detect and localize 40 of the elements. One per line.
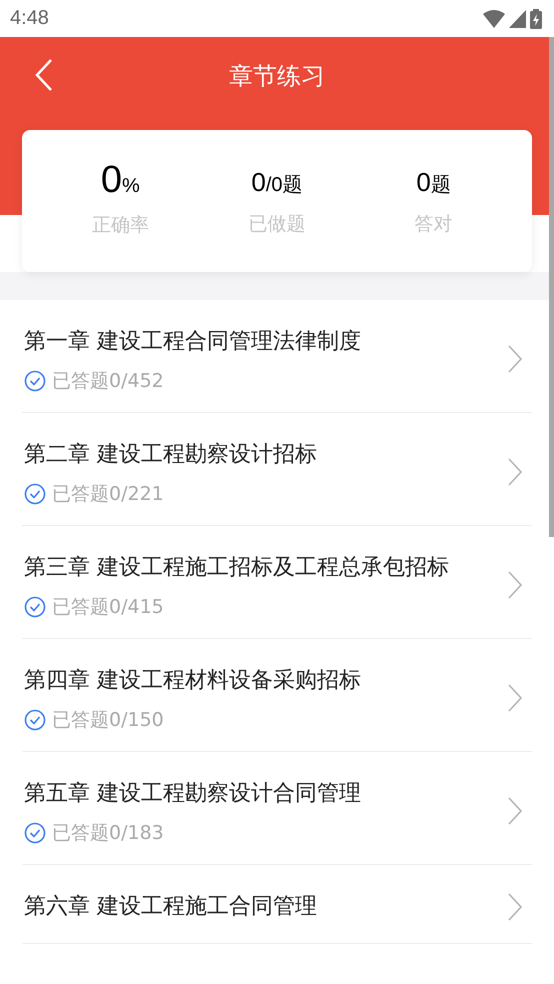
stat-label: 正确率 — [92, 213, 149, 238]
stat-value: 0/0题 — [251, 166, 303, 198]
chapter-title: 第一章 建设工程合同管理法律制度 — [24, 328, 361, 356]
chapter-title: 第三章 建设工程施工招标及工程总承包招标 — [24, 554, 449, 582]
wifi-icon — [483, 10, 505, 28]
chapter-item[interactable]: 第四章 建设工程材料设备采购招标 已答题0/150 — [22, 639, 532, 752]
chapter-title: 第六章 建设工程施工合同管理 — [24, 893, 317, 921]
check-circle-icon — [24, 596, 46, 618]
chapter-title: 第二章 建设工程勘察设计招标 — [24, 441, 317, 469]
stat-value: 0% — [100, 164, 140, 202]
chevron-right-icon — [508, 797, 522, 825]
chapter-title: 第四章 建设工程材料设备采购招标 — [24, 667, 361, 695]
signal-icon — [509, 10, 526, 28]
chapter-item[interactable]: 第二章 建设工程勘察设计招标 已答题0/221 — [22, 413, 532, 526]
chevron-right-icon — [508, 458, 522, 486]
chevron-right-icon — [508, 684, 522, 712]
check-circle-icon — [24, 709, 46, 731]
progress-count: 已答题0/415 — [52, 595, 164, 620]
battery-icon — [530, 8, 542, 28]
check-circle-icon — [24, 483, 46, 505]
page-title: 章节练习 — [229, 61, 325, 92]
stat-label: 答对 — [414, 212, 453, 236]
status-time: 4:48 — [10, 7, 49, 30]
stat-label: 已做题 — [248, 212, 306, 236]
progress-count: 已答题0/183 — [52, 821, 164, 846]
chevron-right-icon — [508, 571, 522, 599]
chapter-item[interactable]: 第六章 建设工程施工合同管理 — [22, 865, 532, 944]
chapter-item[interactable]: 第三章 建设工程施工招标及工程总承包招标 已答题0/415 — [22, 526, 532, 639]
back-icon[interactable] — [35, 59, 53, 91]
check-circle-icon — [24, 822, 46, 844]
chevron-right-icon — [508, 893, 522, 921]
progress-count: 已答题0/150 — [52, 708, 164, 733]
chapter-title: 第五章 建设工程勘察设计合同管理 — [24, 780, 361, 808]
chapter-item[interactable]: 第一章 建设工程合同管理法律制度 已答题0/452 — [22, 300, 532, 413]
chevron-right-icon — [508, 345, 522, 373]
check-circle-icon — [24, 370, 46, 392]
stat-value: 0题 — [416, 166, 451, 198]
progress-count: 已答题0/452 — [52, 369, 164, 394]
chapter-item[interactable]: 第五章 建设工程勘察设计合同管理 已答题0/183 — [22, 752, 532, 865]
progress-count: 已答题0/221 — [52, 482, 164, 507]
